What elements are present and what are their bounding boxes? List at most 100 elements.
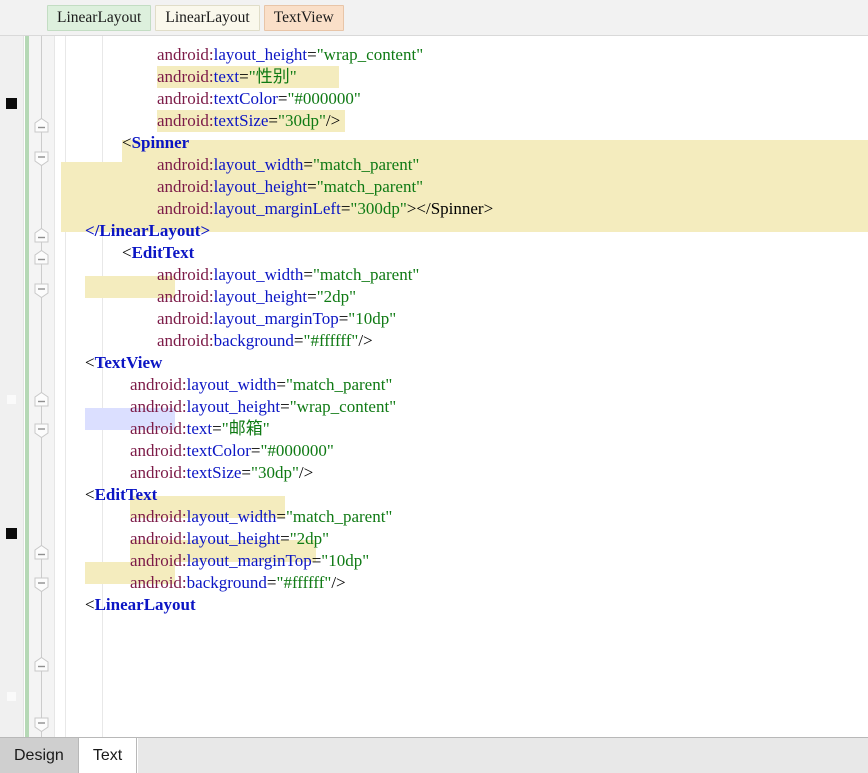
xml-attribute-value: "match_parent" — [316, 177, 424, 196]
xml-attribute-value: "wrap_content" — [289, 397, 397, 416]
fold-collapse-icon[interactable] — [33, 117, 50, 134]
bookmark-marker[interactable] — [6, 528, 17, 539]
xml-equals: = — [276, 375, 286, 394]
xml-namespace-prefix: android: — [157, 309, 214, 328]
bookmark-marker[interactable] — [6, 98, 17, 109]
xml-attribute-name: layout_height — [213, 177, 308, 196]
code-text-area[interactable]: android:layout_height="wrap_content" andr… — [56, 36, 868, 737]
code-line[interactable]: android:layout_marginLeft="300dp"></Spin… — [157, 198, 493, 220]
fold-collapse-icon[interactable] — [33, 656, 50, 673]
xml-namespace-prefix: android: — [130, 529, 187, 548]
fold-collapse-icon[interactable] — [33, 716, 50, 733]
code-line[interactable]: android:background="#ffffff"/> — [130, 572, 346, 594]
xml-namespace-prefix: android: — [157, 199, 214, 218]
xml-attribute-name: background — [213, 331, 294, 350]
tab-text[interactable]: Text — [78, 738, 138, 773]
android-studio-xml-editor: LinearLayout LinearLayout TextView andro… — [0, 0, 868, 773]
xml-attribute-value: "match_parent" — [285, 507, 393, 526]
xml-attribute-name: textSize — [186, 463, 242, 482]
code-line[interactable]: android:layout_height="2dp" — [130, 528, 329, 550]
xml-equals: = — [303, 155, 313, 174]
xml-attribute-value: "10dp" — [321, 551, 370, 570]
code-line[interactable]: android:layout_width="match_parent" — [157, 154, 419, 176]
code-line[interactable]: android:layout_width="match_parent" — [130, 506, 392, 528]
xml-attribute-value: "2dp" — [289, 529, 330, 548]
xml-tag-terminator: /> — [325, 111, 341, 130]
xml-attribute-value: "match_parent" — [285, 375, 393, 394]
fold-collapse-icon[interactable] — [33, 391, 50, 408]
xml-angle-bracket: < — [122, 243, 132, 262]
code-line[interactable]: android:layout_marginTop="10dp" — [130, 550, 369, 572]
xml-tag-terminator: /> — [358, 331, 373, 350]
code-editor[interactable]: android:layout_height="wrap_content" andr… — [0, 36, 868, 737]
code-line[interactable]: android:layout_width="match_parent" — [157, 264, 419, 286]
tab-text-label: Text — [92, 746, 123, 764]
xml-namespace-prefix: android: — [130, 441, 187, 460]
xml-equals: = — [212, 419, 222, 438]
code-line[interactable]: <TextView — [85, 352, 162, 374]
code-line[interactable]: android:text="邮箱" — [130, 418, 270, 440]
fold-collapse-icon[interactable] — [33, 422, 50, 439]
code-line[interactable]: android:textColor="#000000" — [130, 440, 334, 462]
xml-tag-terminator: ></Spinner> — [406, 199, 494, 218]
code-line[interactable]: android:background="#ffffff"/> — [157, 330, 373, 352]
fold-collapse-icon[interactable] — [33, 150, 50, 167]
xml-namespace-prefix: android: — [130, 375, 187, 394]
xml-attribute-value: "#ffffff" — [303, 331, 359, 350]
bookmark-marker-faint[interactable] — [6, 394, 17, 405]
xml-equals: = — [307, 45, 317, 64]
xml-attribute-value: "match_parent" — [312, 155, 420, 174]
code-line[interactable]: android:layout_width="match_parent" — [130, 374, 392, 396]
code-line[interactable]: <EditText — [85, 484, 157, 506]
breadcrumb-label: LinearLayout — [165, 8, 250, 26]
code-line[interactable]: android:textColor="#000000" — [157, 88, 361, 110]
xml-namespace-prefix: android: — [157, 89, 214, 108]
code-line[interactable]: android:layout_height="2dp" — [157, 286, 356, 308]
breadcrumb-item-linearlayout-child[interactable]: LinearLayout — [155, 4, 260, 31]
fold-collapse-icon[interactable] — [33, 544, 50, 561]
xml-equals: = — [307, 177, 317, 196]
code-line[interactable]: <Spinner — [122, 132, 189, 154]
breadcrumb-item-textview[interactable]: TextView — [263, 4, 344, 31]
xml-equals: = — [293, 331, 304, 350]
code-line[interactable]: android:layout_marginTop="10dp" — [157, 308, 396, 330]
xml-namespace-prefix: android: — [157, 287, 214, 306]
code-line[interactable]: android:textSize="30dp"/> — [157, 110, 340, 132]
fold-collapse-icon[interactable] — [33, 249, 50, 266]
editor-left-margin[interactable] — [0, 36, 24, 737]
bookmark-marker-faint[interactable] — [6, 691, 17, 702]
code-line[interactable]: android:text="性别" — [157, 66, 297, 88]
xml-namespace-prefix: android: — [130, 551, 187, 570]
xml-namespace-prefix: android: — [130, 419, 187, 438]
tab-design[interactable]: Design — [0, 738, 79, 773]
xml-namespace-prefix: android: — [157, 155, 214, 174]
breadcrumb-item-linearlayout-root[interactable]: LinearLayout — [47, 4, 152, 31]
code-line[interactable]: </LinearLayout> — [85, 220, 210, 242]
xml-attribute-name: textColor — [213, 89, 278, 108]
xml-attribute-name: layout_marginTop — [213, 309, 339, 328]
xml-equals: = — [340, 199, 351, 218]
code-folding-gutter[interactable] — [29, 36, 55, 737]
xml-attribute-name: layout_marginLeft — [213, 199, 341, 218]
code-line[interactable]: android:layout_height="wrap_content" — [157, 44, 423, 66]
fold-collapse-icon[interactable] — [33, 227, 50, 244]
code-line[interactable]: <EditText — [122, 242, 194, 264]
tab-design-label: Design — [14, 746, 64, 764]
fold-collapse-icon[interactable] — [33, 282, 50, 299]
xml-attribute-name: textColor — [186, 441, 251, 460]
xml-angle-bracket: < — [85, 353, 95, 372]
xml-tag-terminator: /> — [298, 463, 314, 482]
xml-namespace-prefix: android: — [157, 67, 214, 86]
xml-namespace-prefix: android: — [157, 265, 214, 284]
code-line[interactable]: android:textSize="30dp"/> — [130, 462, 313, 484]
fold-collapse-icon[interactable] — [33, 576, 50, 593]
xml-attribute-value: "邮箱" — [221, 419, 270, 438]
tab-bar-filler — [137, 738, 868, 773]
code-line[interactable]: android:layout_height="match_parent" — [157, 176, 423, 198]
xml-tag-name: TextView — [94, 353, 163, 372]
xml-attribute-name: background — [186, 573, 267, 592]
xml-equals: = — [276, 507, 286, 526]
xml-tag-name: Spinner — [131, 133, 190, 152]
code-line[interactable]: android:layout_height="wrap_content" — [130, 396, 396, 418]
code-line[interactable]: <LinearLayout — [85, 594, 196, 616]
